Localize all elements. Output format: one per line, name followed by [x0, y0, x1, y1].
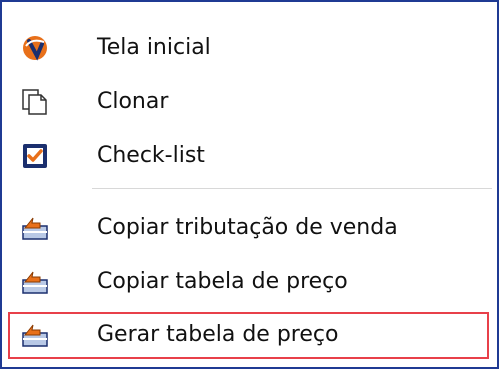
menu-item-clonar[interactable]: Clonar — [2, 76, 497, 128]
context-menu: Tela inicial Clonar Check-list Copiar tr… — [0, 0, 499, 369]
menu-item-label: Gerar tabela de preço — [97, 322, 339, 347]
home-logo-icon — [20, 34, 50, 62]
menu-item-copiar-tabela-de-preco[interactable]: Copiar tabela de preço — [2, 256, 497, 308]
menu-item-gerar-tabela-de-preco[interactable]: Gerar tabela de preço — [2, 309, 497, 361]
menu-item-label: Clonar — [97, 89, 169, 114]
menu-separator — [92, 188, 492, 190]
menu-item-label: Check-list — [97, 143, 205, 168]
menu-item-copiar-tributacao-de-venda[interactable]: Copiar tributação de venda — [2, 202, 497, 254]
menu-item-label: Copiar tributação de venda — [97, 215, 398, 240]
menu-item-check-list[interactable]: Check-list — [2, 130, 497, 182]
clone-pages-icon — [20, 88, 50, 116]
folder-arrow-icon — [20, 321, 50, 349]
checkbox-icon — [20, 142, 50, 170]
menu-item-label: Copiar tabela de preço — [97, 269, 348, 294]
folder-arrow-icon — [20, 268, 50, 296]
menu-item-label: Tela inicial — [97, 35, 211, 60]
folder-arrow-icon — [20, 214, 50, 242]
menu-item-tela-inicial[interactable]: Tela inicial — [2, 22, 497, 74]
